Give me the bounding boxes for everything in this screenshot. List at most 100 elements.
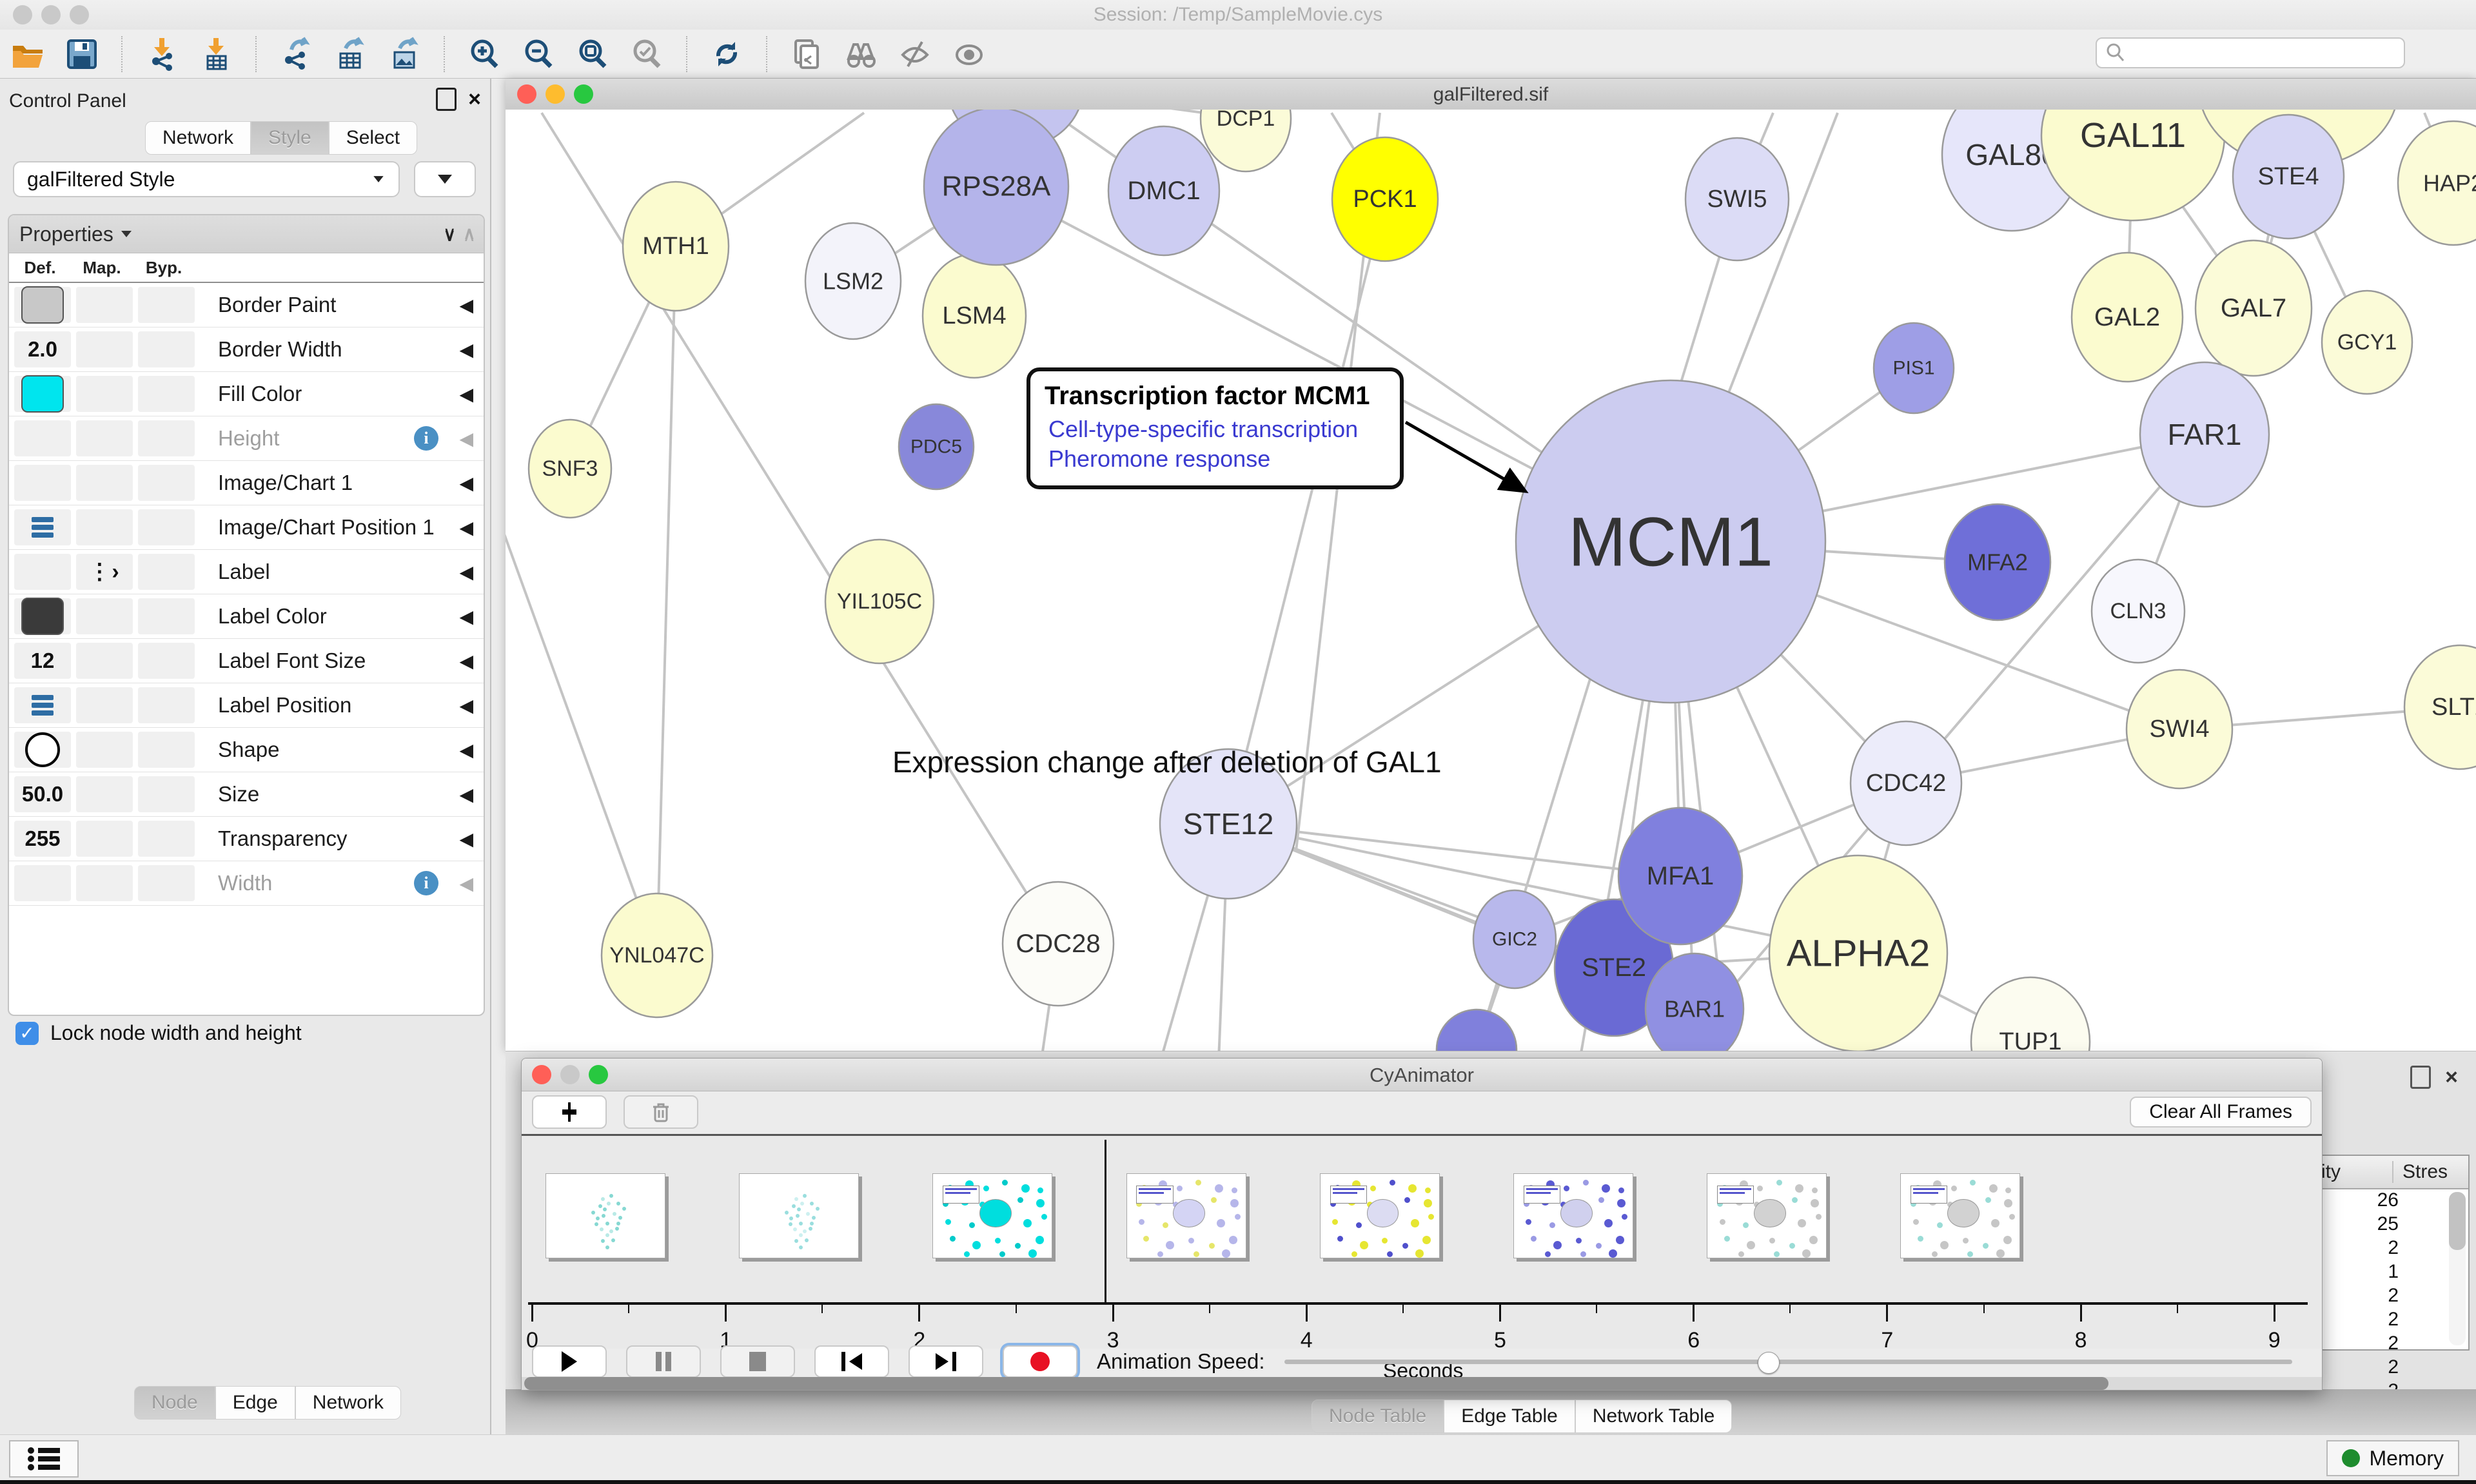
frame-thumbnail-5[interactable]: [1513, 1173, 1633, 1258]
tab-select[interactable]: Select: [329, 121, 417, 155]
first-neighbors-icon[interactable]: [842, 35, 879, 73]
zoom-in-icon[interactable]: [466, 35, 503, 73]
annotation-link-1[interactable]: Cell-type-specific transcription: [1048, 416, 1386, 443]
panel-close-icon[interactable]: ×: [468, 90, 481, 109]
table-scrollbar[interactable]: [2449, 1192, 2466, 1345]
expand-row-icon[interactable]: ◀: [459, 695, 473, 716]
frame-thumbnail-0[interactable]: [545, 1173, 665, 1258]
expand-row-icon[interactable]: ◀: [459, 784, 473, 805]
memory-button[interactable]: Memory: [2326, 1440, 2459, 1476]
slider-handle[interactable]: [1758, 1352, 1780, 1374]
frame-thumbnail-7[interactable]: [1900, 1173, 2020, 1258]
property-row-size[interactable]: 50.0Size◀: [9, 772, 484, 817]
frame-thumbnail-3[interactable]: [1126, 1173, 1246, 1258]
zoom-out-icon[interactable]: [520, 35, 557, 73]
tab-edge-table[interactable]: Edge Table: [1444, 1400, 1575, 1433]
task-history-button[interactable]: [9, 1440, 79, 1478]
network-annotation-box[interactable]: Transcription factor MCM1 Cell-type-spec…: [1027, 367, 1404, 489]
style-options-button[interactable]: [414, 161, 476, 197]
zoom-selected-icon[interactable]: [628, 35, 665, 73]
property-row-label-color[interactable]: Label Color◀: [9, 594, 484, 639]
export-image-icon[interactable]: [386, 35, 423, 73]
table-row[interactable]: 26: [2316, 1189, 2426, 1213]
tab-network[interactable]: Network: [295, 1386, 401, 1420]
tab-network-table[interactable]: Network Table: [1575, 1400, 1733, 1433]
expand-row-icon[interactable]: ◀: [459, 606, 473, 627]
timeline-scrollbar-thumb[interactable]: [524, 1377, 2108, 1390]
refresh-icon[interactable]: [708, 35, 745, 73]
tab-node-table[interactable]: Node Table: [1312, 1400, 1444, 1433]
cyanimator-timeline[interactable]: 0123456789 Seconds: [522, 1134, 2322, 1349]
column-header-stress[interactable]: Stres: [2393, 1161, 2448, 1183]
frame-thumbnail-6[interactable]: [1707, 1173, 1827, 1258]
delete-frame-button[interactable]: [624, 1095, 698, 1129]
property-row-border-width[interactable]: 2.0Border Width◀: [9, 327, 484, 372]
go-to-start-button[interactable]: [814, 1345, 889, 1378]
info-icon[interactable]: i: [414, 426, 438, 451]
property-row-image-chart-1[interactable]: Image/Chart 1◀: [9, 461, 484, 505]
record-button[interactable]: [1003, 1345, 1077, 1378]
property-row-label[interactable]: ⋮›Label◀: [9, 550, 484, 594]
expand-row-icon[interactable]: ◀: [459, 561, 473, 583]
expand-row-icon[interactable]: ◀: [459, 473, 473, 494]
style-select[interactable]: galFiltered Style: [13, 161, 400, 197]
tab-style[interactable]: Style: [251, 121, 329, 155]
expand-row-icon[interactable]: ◀: [459, 739, 473, 761]
property-row-label-font-size[interactable]: 12Label Font Size◀: [9, 639, 484, 683]
network-canvas[interactable]: MTH1SNF3LSM2LSM4PDC5RPS28ADMC1DCP1PCK1SW…: [506, 110, 2476, 1051]
expand-row-icon[interactable]: ◀: [459, 428, 473, 449]
add-frame-button[interactable]: [532, 1095, 607, 1129]
copy-view-icon[interactable]: [788, 35, 825, 73]
property-row-border-paint[interactable]: Border Paint◀: [9, 283, 484, 327]
property-row-label-position[interactable]: Label Position◀: [9, 683, 484, 728]
table-row[interactable]: 2: [2316, 1309, 2426, 1333]
property-row-height[interactable]: Heighti◀: [9, 416, 484, 461]
node-botcut[interactable]: [1437, 1010, 1517, 1051]
go-to-end-button[interactable]: [909, 1345, 983, 1378]
property-row-fill-color[interactable]: Fill Color◀: [9, 372, 484, 416]
show-all-icon[interactable]: [950, 35, 988, 73]
table-row[interactable]: 2: [2316, 1237, 2426, 1261]
network-edge[interactable]: [657, 246, 676, 955]
expand-row-icon[interactable]: ◀: [459, 650, 473, 672]
expand-all-icon[interactable]: ∨∨: [443, 228, 454, 240]
save-session-icon[interactable]: [63, 35, 101, 73]
export-table-icon[interactable]: [331, 35, 369, 73]
panel-float-icon[interactable]: [436, 88, 457, 111]
property-row-shape[interactable]: Shape◀: [9, 728, 484, 772]
export-network-icon[interactable]: [277, 35, 315, 73]
frame-thumbnail-4[interactable]: [1320, 1173, 1440, 1258]
frame-thumbnail-1[interactable]: [739, 1173, 859, 1258]
animation-speed-slider[interactable]: [1284, 1347, 2292, 1376]
play-button[interactable]: [532, 1345, 607, 1378]
property-row-width[interactable]: Widthi◀: [9, 861, 484, 906]
table-row[interactable]: 2: [2316, 1356, 2426, 1380]
table-row[interactable]: 25: [2316, 1213, 2426, 1237]
search-input[interactable]: [2096, 37, 2405, 68]
properties-header[interactable]: Properties ∨∨ ∧∧: [9, 215, 484, 253]
network-edge[interactable]: [1228, 199, 1385, 824]
property-row-image-chart-position-1[interactable]: Image/Chart Position 1◀: [9, 505, 484, 550]
hide-selected-icon[interactable]: [896, 35, 934, 73]
expand-row-icon[interactable]: ◀: [459, 295, 473, 316]
info-icon[interactable]: i: [414, 871, 438, 895]
stop-button[interactable]: [720, 1345, 795, 1378]
tab-edge[interactable]: Edge: [215, 1386, 295, 1420]
frame-thumbnail-2[interactable]: [932, 1173, 1052, 1258]
import-table-icon[interactable]: [197, 35, 235, 73]
timeline-scrollbar[interactable]: [522, 1377, 2322, 1390]
collapse-all-icon[interactable]: ∧∧: [463, 228, 474, 240]
table-row[interactable]: 1: [2316, 1261, 2426, 1285]
table-row[interactable]: 2: [2316, 1285, 2426, 1309]
clear-all-frames-button[interactable]: Clear All Frames: [2130, 1097, 2312, 1128]
property-row-transparency[interactable]: 255Transparency◀: [9, 817, 484, 861]
expand-row-icon[interactable]: ◀: [459, 384, 473, 405]
table-row[interactable]: 2: [2316, 1333, 2426, 1356]
table-close-icon[interactable]: ×: [2445, 1068, 2458, 1087]
lock-size-checkbox[interactable]: ✓: [15, 1022, 39, 1045]
tab-network[interactable]: Network: [145, 121, 251, 155]
expand-row-icon[interactable]: ◀: [459, 339, 473, 360]
annotation-link-2[interactable]: Pheromone response: [1048, 445, 1386, 473]
expand-row-icon[interactable]: ◀: [459, 873, 473, 894]
expand-row-icon[interactable]: ◀: [459, 517, 473, 538]
